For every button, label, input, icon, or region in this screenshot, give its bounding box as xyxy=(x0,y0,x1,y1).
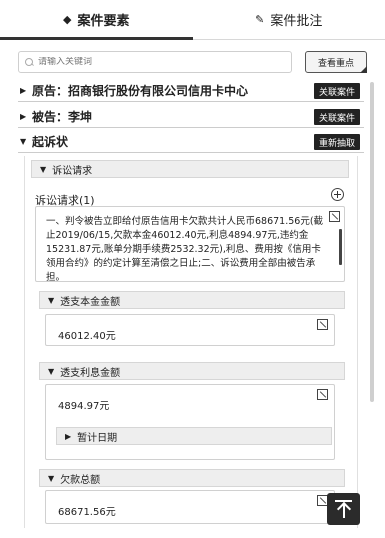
sub-field-label: 暂计日期 xyxy=(77,432,118,444)
chevron-down-icon: ▼ xyxy=(48,473,55,483)
expand-icon[interactable] xyxy=(317,319,328,330)
field-total-input[interactable]: 68671.56元 xyxy=(45,490,335,524)
expand-icon[interactable] xyxy=(317,389,328,400)
field-interest-input[interactable]: 4894.97元 ▶ 暂计日期 xyxy=(45,384,335,460)
textarea-scrollbar[interactable] xyxy=(339,229,342,265)
chevron-down-icon: ▼ xyxy=(48,295,55,305)
chevron-down-icon: ▼ xyxy=(48,366,55,376)
tab-label: 案件要素 xyxy=(77,14,130,29)
section-plaintiff[interactable]: ▶ 原告：招商银行股份有限公司信用卡中心 关联案件 xyxy=(18,80,364,102)
search-row: 查看重点 xyxy=(18,51,368,73)
page-scrollbar[interactable] xyxy=(370,82,374,402)
view-highlights-button[interactable]: 查看重点 xyxy=(305,51,367,73)
claims-subheader-label: 诉讼请求 xyxy=(52,165,93,177)
section-complaint[interactable]: ▼ 起诉状 重新抽取 xyxy=(18,131,364,153)
corner-mark-icon xyxy=(360,66,367,73)
field-label: 透支本金金额 xyxy=(60,296,121,308)
field-value: 4894.97元 xyxy=(58,401,110,412)
chevron-down-icon: ▼ xyxy=(20,137,27,146)
chevron-down-icon: ▼ xyxy=(40,164,47,174)
claims-subheader[interactable]: ▼ 诉讼请求 xyxy=(31,160,349,178)
chevron-right-icon: ▶ xyxy=(20,86,27,95)
chevron-right-icon: ▶ xyxy=(65,431,72,441)
expand-icon[interactable] xyxy=(329,211,340,222)
diamond-icon: ◆ xyxy=(63,13,72,26)
section-title: 起诉状 xyxy=(32,135,69,149)
complaint-panel: ▼ 诉讼请求 诉讼请求(1) 一、判令被告立即给付原告信用卡欠款共计人民币686… xyxy=(24,156,358,528)
field-value: 46012.40元 xyxy=(58,331,116,342)
re-extract-button[interactable]: 重新抽取 xyxy=(313,134,360,150)
section-defendant[interactable]: ▶ 被告：李坤 关联案件 xyxy=(18,106,364,128)
field-principal-header[interactable]: ▼ 透支本金金额 xyxy=(39,291,345,309)
tentative-date-header[interactable]: ▶ 暂计日期 xyxy=(56,427,332,445)
field-label: 欠款总额 xyxy=(60,474,101,486)
tab-label: 案件批注 xyxy=(270,14,323,29)
search-icon xyxy=(25,57,34,67)
claim-text: 一、判令被告立即给付原告信用卡欠款共计人民币68671.56元(截止2019/0… xyxy=(46,216,324,283)
claim-textarea[interactable]: 一、判令被告立即给付原告信用卡欠款共计人民币68671.56元(截止2019/0… xyxy=(35,206,345,283)
pencil-icon: ✎ xyxy=(255,13,265,26)
section-title: 原告：招商银行股份有限公司信用卡中心 xyxy=(32,84,249,98)
view-highlights-label: 查看重点 xyxy=(317,58,354,69)
arrow-up-stem xyxy=(343,503,345,518)
related-cases-button[interactable]: 关联案件 xyxy=(313,83,360,99)
tab-case-elements[interactable]: ◆ 案件要素 xyxy=(0,0,193,39)
chevron-right-icon: ▶ xyxy=(20,112,27,121)
section-title: 被告：李坤 xyxy=(32,110,93,124)
field-label: 透支利息金额 xyxy=(60,367,121,379)
field-total-header[interactable]: ▼ 欠款总额 xyxy=(39,469,345,487)
related-cases-button[interactable]: 关联案件 xyxy=(313,109,360,125)
tab-bar: ◆ 案件要素 ✎ 案件批注 xyxy=(0,0,385,40)
scroll-to-top-button[interactable] xyxy=(327,493,360,525)
search-box[interactable] xyxy=(18,51,292,73)
search-input[interactable] xyxy=(38,57,278,67)
field-interest-header[interactable]: ▼ 透支利息金额 xyxy=(39,362,345,380)
field-principal-input[interactable]: 46012.40元 xyxy=(45,314,335,346)
tab-case-annotations[interactable]: ✎ 案件批注 xyxy=(193,0,385,39)
active-tab-indicator xyxy=(0,37,193,40)
add-claim-icon[interactable] xyxy=(331,188,344,201)
field-value: 68671.56元 xyxy=(58,507,116,518)
